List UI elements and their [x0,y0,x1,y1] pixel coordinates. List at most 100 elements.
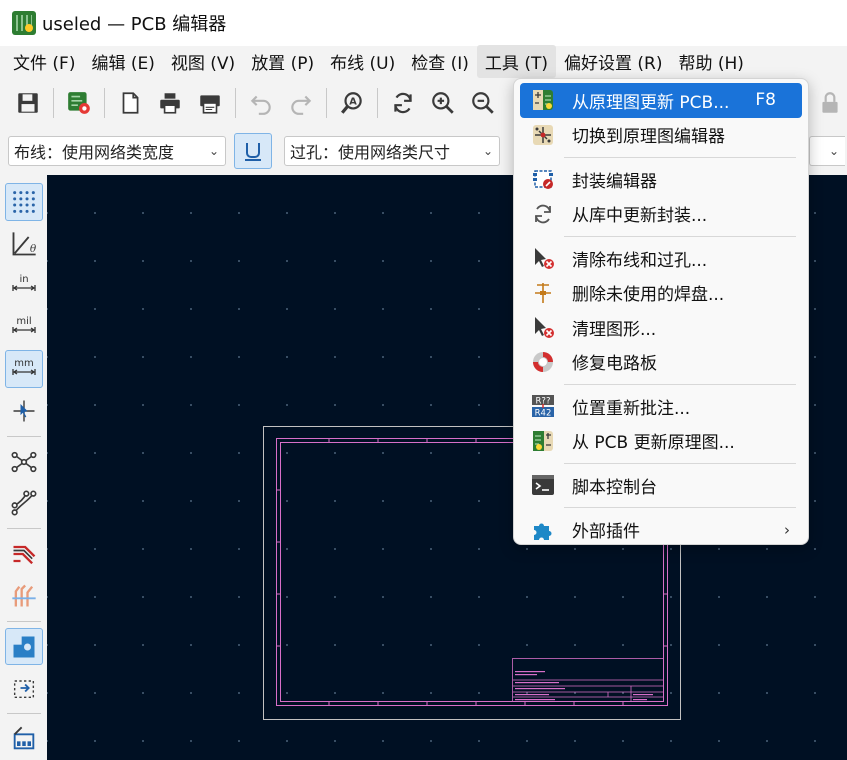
net-inspector-button[interactable] [5,577,43,615]
grid-toggle-button[interactable] [4,183,43,221]
find-button[interactable]: A [335,86,369,120]
svg-text:A: A [349,97,357,108]
title-block [512,658,664,702]
menu-route[interactable]: 布线 (U) [322,45,403,78]
curved-ratsnest-icon [11,490,36,516]
footprint-pad-icon [13,636,34,658]
save-button[interactable] [11,86,45,120]
courtyard-icon [13,680,34,699]
board-setup-button[interactable] [62,86,96,120]
menu-item-update-footprints[interactable]: 从库中更新封装... [520,197,802,232]
save-icon [18,93,38,113]
toolbar-separator [6,435,41,437]
menu-view[interactable]: 视图 (V) [163,45,243,78]
menu-item-scripting-console[interactable]: 脚本控制台 [520,468,802,503]
menu-item-switch-schematic[interactable]: 切换到原理图编辑器 [520,118,802,153]
svg-text:θ: θ [29,243,36,255]
courtyard-button[interactable] [5,669,43,707]
refresh-icon [530,201,556,227]
toolbar-separator [6,620,41,622]
units-inch-button[interactable]: in [5,267,43,305]
track-width-value: 布线：使用网络类宽度 [14,143,175,162]
redraw-button[interactable] [386,86,420,120]
menu-item-cleanup-tracks[interactable]: 清除布线和过孔... [520,241,802,276]
undo-icon [250,95,271,115]
lock-icon [822,92,838,113]
ratsnest-button[interactable] [5,443,43,481]
menu-item-footprint-editor[interactable]: 封装编辑器 [520,162,802,197]
left-toolbar: θ in mil mm [0,175,47,760]
zoom-in-button[interactable] [426,86,460,120]
menu-bar: 文件 (F) 编辑 (E) 视图 (V) 放置 (P) 布线 (U) 检查 (I… [0,44,847,78]
toolbar-separator [104,88,105,118]
unused-pads-icon [530,280,556,306]
redo-button[interactable] [284,86,318,120]
zoom-out-icon [472,92,494,114]
menu-place[interactable]: 放置 (P) [243,45,322,78]
menu-item-label: 外部插件 [572,522,640,543]
menu-item-update-pcb[interactable]: 从原理图更新 PCB... F8 [520,83,802,118]
chevron-down-icon: ⌄ [482,144,493,158]
menu-separator [564,507,796,508]
net-highlight-button[interactable] [5,535,43,573]
units-mil-button[interactable]: mil [5,308,43,346]
pad-display-button[interactable] [4,627,43,666]
menu-file[interactable]: 文件 (F) [5,45,83,78]
plot-button[interactable] [193,86,227,120]
cursor-shape-button[interactable] [5,392,43,430]
repair-icon [530,349,556,375]
mil-units-icon: mil [11,316,36,334]
footprint-editor-icon [530,166,556,192]
menu-item-remove-unused-pads[interactable]: 删除未使用的焊盘... [520,276,802,311]
net-color-icon [13,545,35,565]
toolbar-separator [6,713,41,715]
menu-item-cleanup-graphics[interactable]: 清理图形... [520,310,802,345]
via-size-value: 过孔：使用网络类尺寸 [290,143,451,162]
zoom-in-icon [432,92,454,114]
menu-item-label: 从原理图更新 PCB... [572,92,730,113]
menu-item-label: 删除未使用的焊盘... [572,285,725,306]
inch-units-icon: in [11,274,36,292]
menu-preferences[interactable]: 偏好设置 (R) [556,45,670,78]
menu-separator [564,156,796,158]
menu-item-label: 从 PCB 更新原理图... [572,433,735,454]
undo-button[interactable] [244,86,278,120]
curved-ratsnest-button[interactable] [5,484,43,522]
menu-tools[interactable]: 工具 (T) [476,44,556,78]
print-button[interactable] [153,86,187,120]
console-icon [530,472,556,498]
toolbar-separator [6,528,41,530]
zoom-out-button[interactable] [466,86,500,120]
menu-item-label: 清除布线和过孔... [572,250,708,271]
polar-coords-button[interactable]: θ [5,225,43,263]
menu-inspect[interactable]: 检查 (I) [403,45,477,78]
crosshair-cursor-icon [13,400,34,422]
track-width-select[interactable]: 布线：使用网络类宽度 ⌄ [8,136,226,166]
menu-item-label: 修复电路板 [572,354,657,375]
footprint-wizard-button[interactable] [5,720,43,758]
menu-item-update-schematic[interactable]: 从 PCB 更新原理图... [520,424,802,459]
chevron-down-icon: ⌄ [828,144,839,158]
menu-separator [564,383,796,385]
window-title: useled — PCB 编辑器 [42,14,227,35]
via-size-select[interactable]: 过孔：使用网络类尺寸 ⌄ [284,136,500,166]
footprint-icon [13,726,34,750]
menu-item-label: 位置重新批注... [572,398,691,419]
puzzle-icon [530,517,556,543]
toolbar-separator [326,88,327,118]
menu-item-external-plugins[interactable]: 外部插件 › [520,513,802,548]
menu-item-label: 清理图形... [572,319,657,340]
auto-track-width-button[interactable] [234,133,272,169]
page-settings-button[interactable] [113,86,147,120]
menu-item-geographic-annotate[interactable]: R?? R42 位置重新批注... [520,389,802,424]
menu-edit[interactable]: 编辑 (E) [83,45,162,78]
title-bar: useled — PCB 编辑器 [0,0,847,46]
lock-button[interactable] [813,86,847,120]
layer-select[interactable]: ⌄ [809,136,845,166]
menu-item-repair-board[interactable]: 修复电路板 [520,345,802,380]
menu-help[interactable]: 帮助 (H) [670,45,751,78]
tools-menu: 从原理图更新 PCB... F8 切换到原理图编辑器 封装编辑器 从库中更新封装… [513,78,809,545]
mm-units-icon: mm [11,358,36,375]
units-mm-button[interactable]: mm [4,350,43,388]
menu-item-label: 从库中更新封装... [572,206,708,227]
